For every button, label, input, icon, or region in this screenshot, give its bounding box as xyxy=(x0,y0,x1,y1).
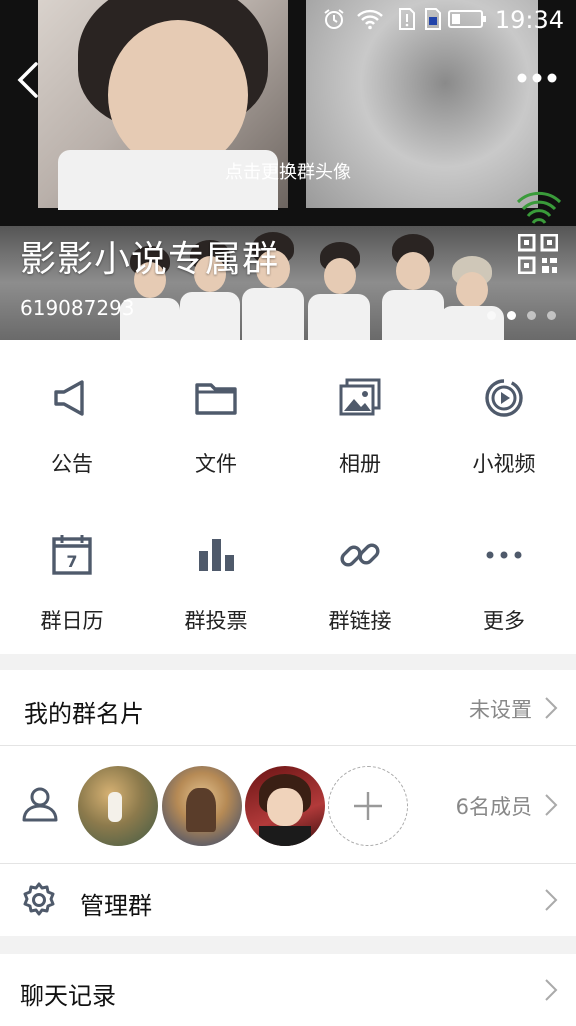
plus-icon xyxy=(354,792,382,820)
chat-history-row[interactable]: 聊天记录 xyxy=(0,954,576,1026)
svg-text:7: 7 xyxy=(66,552,77,571)
group-header-banner[interactable]: 19:34 点击更换群头像 影影小说专属群 619087293 xyxy=(0,0,576,340)
more-icon xyxy=(486,551,522,559)
members-row[interactable]: 6名成员 xyxy=(0,746,576,863)
carousel-indicator xyxy=(487,311,556,320)
my-group-card-row[interactable]: 我的群名片 未设置 xyxy=(0,670,576,745)
feature-label: 公告 xyxy=(51,452,93,476)
carousel-dot xyxy=(527,311,536,320)
qr-code-icon[interactable] xyxy=(518,234,558,274)
member-count: 6名成员 xyxy=(455,795,532,819)
feature-announcement[interactable]: 公告 xyxy=(0,340,144,497)
more-options-icon[interactable] xyxy=(512,66,562,90)
folder-icon xyxy=(195,383,237,415)
carousel-dot-active xyxy=(507,311,516,320)
video-icon xyxy=(485,379,523,417)
member-avatar[interactable] xyxy=(78,766,158,846)
battery-icon xyxy=(448,10,486,28)
sim-alert-icon xyxy=(399,8,415,30)
manage-group-row[interactable]: 管理群 xyxy=(0,864,576,936)
feature-short-video[interactable]: 小视频 xyxy=(432,340,576,497)
carousel-dot xyxy=(547,311,556,320)
link-icon xyxy=(340,543,380,567)
sim-card-icon xyxy=(425,8,441,30)
member-avatar[interactable] xyxy=(245,766,325,846)
feature-grid: 公告 文件 相册 小视频 7 群日历 群投票 群链接 更多 xyxy=(0,340,576,654)
gear-icon xyxy=(23,882,55,916)
add-member-button[interactable] xyxy=(328,766,408,846)
feature-label: 群链接 xyxy=(328,609,392,633)
members-icon xyxy=(22,787,58,822)
feature-label: 相册 xyxy=(339,452,381,476)
photo-album-icon xyxy=(339,378,381,416)
group-id: 619087293 xyxy=(20,296,135,320)
chevron-right-icon xyxy=(545,889,558,911)
my-group-card-value: 未设置 xyxy=(469,698,532,722)
carousel-dot xyxy=(487,311,496,320)
signal-waves-icon xyxy=(516,191,562,224)
feature-files[interactable]: 文件 xyxy=(144,340,288,497)
status-time: 19:34 xyxy=(494,6,564,34)
megaphone-icon xyxy=(54,380,84,416)
feature-calendar[interactable]: 7 群日历 xyxy=(0,497,144,654)
feature-vote[interactable]: 群投票 xyxy=(144,497,288,654)
feature-label: 群日历 xyxy=(40,609,104,633)
feature-more[interactable]: 更多 xyxy=(432,497,576,654)
member-avatar[interactable] xyxy=(162,766,242,846)
alarm-icon xyxy=(324,9,344,29)
feature-album[interactable]: 相册 xyxy=(288,340,432,497)
change-avatar-hint[interactable]: 点击更换群头像 xyxy=(0,158,576,184)
chat-history-label: 聊天记录 xyxy=(20,982,116,1010)
status-bar: 19:34 xyxy=(0,0,576,40)
chevron-right-icon xyxy=(545,794,558,816)
feature-label: 群投票 xyxy=(184,609,248,633)
feature-link[interactable]: 群链接 xyxy=(288,497,432,654)
feature-label: 更多 xyxy=(483,609,525,633)
wifi-icon xyxy=(357,9,383,30)
manage-group-label: 管理群 xyxy=(80,892,152,920)
feature-label: 文件 xyxy=(195,452,237,476)
chevron-right-icon xyxy=(545,697,558,719)
my-group-card-label: 我的群名片 xyxy=(24,700,144,728)
chevron-right-icon xyxy=(545,979,558,1001)
vote-chart-icon xyxy=(199,539,234,571)
group-name: 影影小说专属群 xyxy=(20,239,280,280)
back-chevron-icon[interactable] xyxy=(10,60,50,100)
calendar-icon: 7 xyxy=(52,535,92,575)
feature-label: 小视频 xyxy=(472,452,536,476)
